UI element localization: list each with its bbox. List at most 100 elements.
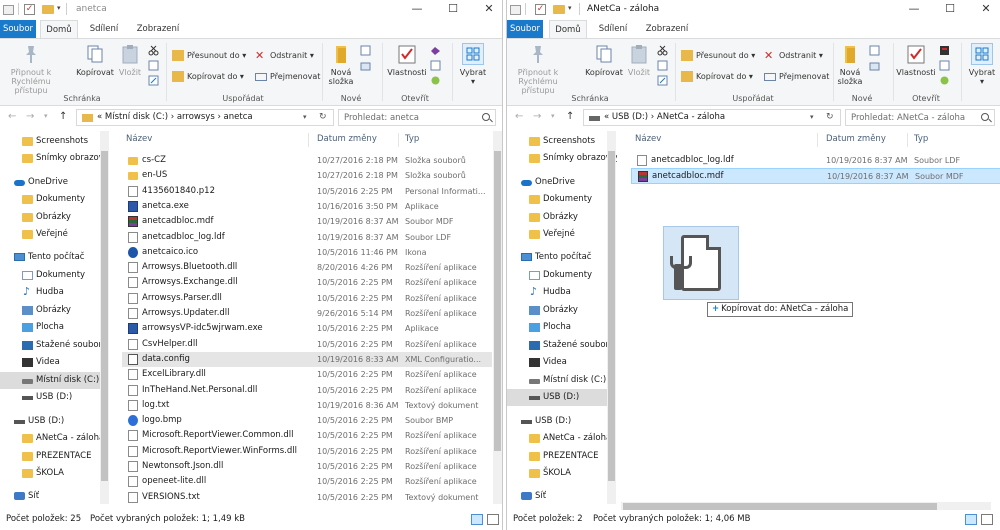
open-icon[interactable] [430, 45, 441, 56]
nav-item[interactable]: Videa [507, 354, 607, 371]
details-view-icon[interactable] [965, 514, 977, 525]
file-row[interactable]: data.config 10/19/2016 8:33 AM XML Configu… [122, 351, 492, 368]
properties-icon[interactable] [510, 5, 521, 15]
properties-button[interactable]: Vlastnosti [386, 43, 428, 77]
nav-item[interactable]: Místní disk (C:) [0, 372, 100, 389]
file-row[interactable]: 4135601840.p12 10/5/2016 2:25 PM Personal … [122, 184, 492, 199]
file-row[interactable]: Arrowsys.Exchange.dll 10/5/2016 2:25 PM Ro… [122, 275, 492, 290]
file-row[interactable]: InTheHand.Net.Personal.dll 10/5/2016 2:25… [122, 383, 492, 398]
nav-item[interactable]: Obrázky [0, 302, 100, 319]
tab-share[interactable]: Sdílení [593, 20, 633, 38]
file-row[interactable]: VERSIONS.txt 10/5/2016 2:25 PM Textový dok… [122, 490, 492, 504]
breadcrumb[interactable]: « Místní disk (C:) › arrowsys › anetca [97, 112, 253, 122]
minimize-button[interactable]: — [410, 2, 424, 16]
rename-button[interactable]: Přejmenovat [255, 70, 320, 84]
file-row[interactable]: logo.bmp 10/5/2016 2:25 PM Soubor BMP [122, 413, 492, 428]
tab-home[interactable]: Domů [40, 20, 78, 38]
address-box[interactable]: « USB (D:) › ANetCa - záloha ▾ ↻ [583, 109, 841, 126]
copy-path-icon[interactable] [148, 60, 159, 71]
file-row[interactable]: cs-CZ 10/27/2016 2:18 PM Složka souborů [122, 153, 492, 168]
paste-shortcut-icon[interactable] [657, 75, 668, 86]
minimize-button[interactable]: — [907, 2, 921, 16]
new-folder-icon[interactable] [553, 5, 565, 14]
nav-item[interactable]: Obrázky [507, 209, 607, 226]
tab-file[interactable]: Soubor [507, 20, 543, 38]
nav-item[interactable]: USB (D:) [0, 389, 100, 406]
breadcrumb[interactable]: « USB (D:) › ANetCa - záloha [604, 112, 725, 122]
refresh-icon[interactable]: ↻ [826, 112, 834, 122]
tab-view[interactable]: Zobrazení [639, 20, 695, 38]
file-row[interactable]: Microsoft.ReportViewer.WinForms.dll 10/5/… [122, 444, 492, 459]
file-row[interactable]: en-US 10/27/2016 2:18 PM Složka souborů [122, 168, 492, 183]
nav-item[interactable]: Dokumenty [0, 267, 100, 284]
nav-item[interactable]: USB (D:) [507, 389, 607, 406]
new-folder-button[interactable]: Nová složka [835, 43, 865, 86]
nav-item[interactable]: Dokumenty [507, 267, 607, 284]
chevron-down-icon[interactable]: ▾ [810, 113, 814, 121]
delete-button[interactable]: ✕ Odstranit ▾ [764, 49, 823, 63]
file-row[interactable]: Arrowsys.Parser.dll 10/5/2016 2:25 PM Rozš… [122, 291, 492, 306]
back-icon[interactable]: ← [515, 111, 523, 122]
chevron-down-icon[interactable]: ▾ [568, 4, 572, 12]
pin-quick-access-button[interactable]: Připnout k Rychlému přístupu [2, 43, 60, 95]
column-date[interactable]: Datum změny [826, 134, 886, 144]
close-button[interactable]: ✕ [482, 2, 496, 16]
delete-button[interactable]: ✕ Odstranit ▾ [255, 49, 314, 63]
file-row[interactable]: anetcadbloc.mdf 10/19/2016 8:37 AM Soubor … [122, 214, 492, 229]
nav-item[interactable]: Veřejné [507, 226, 607, 243]
column-type[interactable]: Typ [914, 134, 928, 144]
nav-scrollbar-thumb[interactable] [101, 151, 108, 481]
check-icon[interactable]: ✓ [535, 4, 546, 15]
forward-icon[interactable]: → [533, 111, 541, 122]
forward-icon[interactable]: → [26, 111, 34, 122]
files-hscrollbar-thumb[interactable] [623, 503, 937, 510]
nav-item[interactable]: Screenshots [507, 133, 607, 150]
nav-scrollbar-thumb[interactable] [608, 151, 615, 481]
copy-button[interactable]: Kopírovat [583, 43, 625, 77]
up-icon[interactable]: ↑ [59, 111, 67, 122]
column-name[interactable]: Název [126, 134, 152, 144]
nav-item[interactable]: Dokumenty [0, 191, 100, 208]
tab-home[interactable]: Domů [549, 20, 587, 38]
history-icon[interactable] [430, 75, 441, 86]
search-input[interactable]: Prohledat: ANetCa - záloha [845, 109, 995, 126]
nav-item[interactable]: Dokumenty [507, 191, 607, 208]
copy-to-button[interactable]: Kopírovat do ▾ [681, 70, 753, 84]
nav-item[interactable]: Obrázky [0, 209, 100, 226]
chevron-down-icon[interactable]: ▾ [551, 112, 555, 120]
column-type[interactable]: Typ [405, 134, 419, 144]
nav-item[interactable]: USB (D:) [507, 413, 607, 430]
nav-item[interactable]: USB (D:) [0, 413, 100, 430]
file-row[interactable]: anetca.exe 10/16/2016 3:50 PM Aplikace [122, 199, 492, 214]
large-icons-view-icon[interactable] [981, 514, 993, 525]
new-item-icon[interactable] [360, 45, 371, 56]
files-scrollbar-thumb[interactable] [494, 151, 501, 451]
up-icon[interactable]: ↑ [566, 111, 574, 122]
address-box[interactable]: « Místní disk (C:) › arrowsys › anetca ▾… [76, 109, 334, 126]
properties-icon[interactable] [3, 5, 14, 15]
new-folder-button[interactable]: Nová složka [326, 43, 356, 86]
nav-item[interactable]: Hudba [0, 283, 100, 301]
nav-item[interactable]: PREZENTACE [0, 448, 100, 465]
file-row[interactable]: Newtonsoft.Json.dll 10/5/2016 2:25 PM Rozš… [122, 459, 492, 474]
nav-item[interactable]: Síť [507, 488, 607, 505]
nav-item[interactable]: ANetCa - záloha [507, 430, 611, 447]
nav-item[interactable]: Tento počítač [507, 249, 607, 266]
nav-item[interactable]: Screenshots [0, 133, 100, 150]
nav-item[interactable]: OneDrive [0, 174, 100, 191]
nav-item[interactable]: ŠKOLA [507, 465, 607, 482]
details-view-icon[interactable] [471, 514, 483, 525]
files-scrollbar[interactable] [493, 131, 502, 504]
edit-icon[interactable] [430, 60, 441, 71]
chevron-down-icon[interactable]: ▾ [303, 113, 307, 121]
pin-quick-access-button[interactable]: Připnout k Rychlému přístupu [509, 43, 567, 95]
paste-shortcut-icon[interactable] [148, 75, 159, 86]
nav-item[interactable]: Hudba [507, 283, 607, 301]
file-row[interactable]: openeet-lite.dll 10/5/2016 2:25 PM Rozšíře… [122, 474, 492, 489]
cut-icon[interactable] [148, 45, 159, 56]
tab-view[interactable]: Zobrazení [130, 20, 186, 38]
nav-item[interactable]: PREZENTACE [507, 448, 607, 465]
back-icon[interactable]: ← [8, 111, 16, 122]
file-row[interactable]: anetcadbloc.mdf 10/19/2016 8:37 AM Soubor … [631, 168, 1000, 184]
new-folder-icon[interactable] [42, 5, 54, 14]
